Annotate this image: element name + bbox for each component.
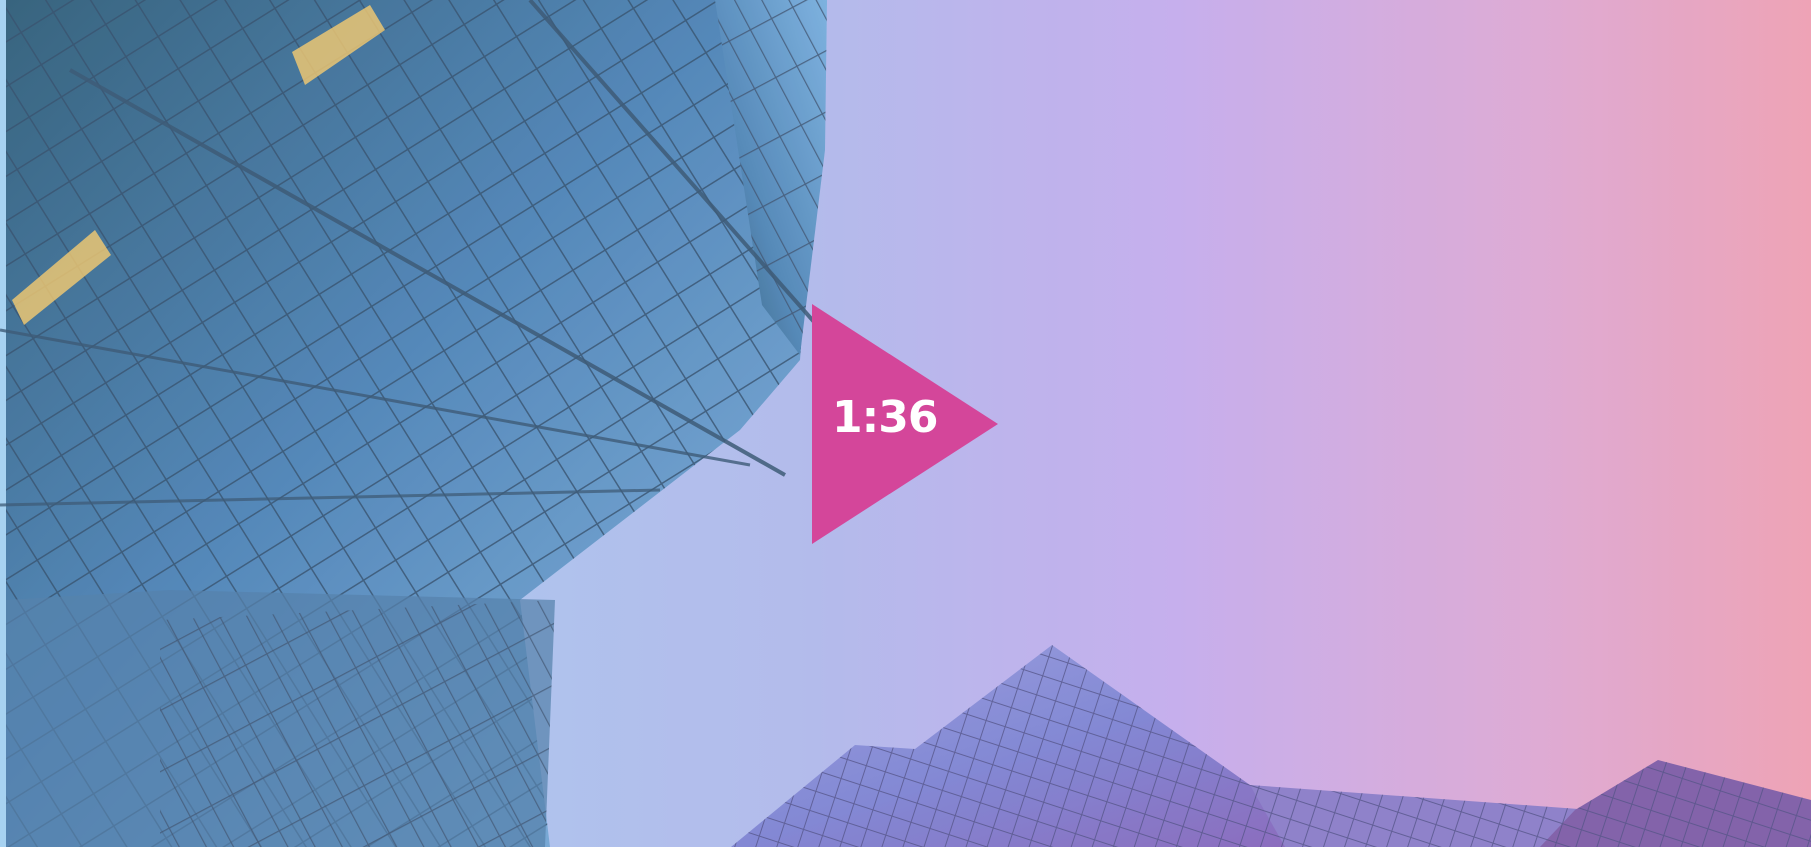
video-duration: 1:36 <box>832 392 938 443</box>
video-thumbnail[interactable]: 1:36 <box>0 0 1811 847</box>
play-button[interactable]: 1:36 <box>812 304 998 544</box>
